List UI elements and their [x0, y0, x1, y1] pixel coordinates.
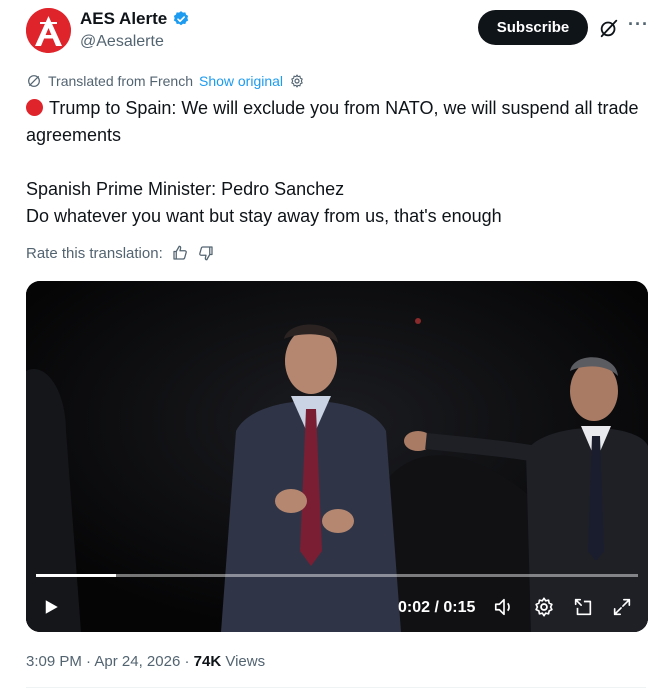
avatar[interactable]	[26, 8, 71, 53]
video-frame	[26, 281, 648, 632]
more-options-icon[interactable]: ···	[628, 14, 649, 35]
grok-icon[interactable]	[598, 17, 620, 39]
author-name[interactable]: AES Alerte	[80, 9, 167, 29]
divider	[26, 687, 646, 688]
video-progress-fill	[36, 574, 117, 577]
fullscreen-icon[interactable]	[611, 596, 633, 618]
video-time-display: 0:02 / 0:15	[398, 599, 476, 616]
red-circle-emoji-icon	[26, 99, 43, 116]
meta-separator: ·	[184, 653, 190, 670]
tweet-date[interactable]: Apr 24, 2026	[94, 653, 180, 670]
tweet-line-1: Trump to Spain: We will exclude you from…	[26, 98, 639, 145]
tweet-meta: 3:09 PM · Apr 24, 2026 · 74K Views	[26, 653, 265, 670]
author-name-row[interactable]: AES Alerte	[80, 9, 190, 29]
tweet-time[interactable]: 3:09 PM	[26, 653, 82, 670]
aes-logo-icon	[26, 8, 71, 53]
verified-badge-icon	[174, 11, 189, 26]
views-label: Views	[225, 653, 266, 670]
subscribe-button[interactable]: Subscribe	[478, 10, 588, 45]
tweet-line-3: Do whatever you want but stay away from …	[26, 206, 502, 226]
translation-notice: Translated from French Show original	[26, 73, 305, 89]
thumbs-down-icon[interactable]	[197, 244, 215, 262]
tweet-line-headline: Trump to Spain: We will exclude you from…	[26, 95, 646, 149]
tweet-line-2: Spanish Prime Minister: Pedro Sanchez	[26, 179, 345, 199]
rate-translation-row: Rate this translation:	[26, 244, 215, 262]
rate-translation-label: Rate this translation:	[26, 244, 163, 262]
tweet-text: Trump to Spain: We will exclude you from…	[26, 95, 646, 230]
play-icon[interactable]	[42, 598, 60, 616]
volume-icon[interactable]	[493, 596, 515, 618]
show-original-link[interactable]: Show original	[199, 73, 283, 89]
author-handle[interactable]: @Aesalerte	[80, 33, 164, 51]
video-progress-bar[interactable]	[36, 574, 638, 577]
picture-in-picture-icon[interactable]	[572, 596, 594, 618]
translated-from-label: Translated from French	[48, 73, 193, 89]
video-player[interactable]: 0:02 / 0:15	[26, 281, 648, 632]
settings-gear-icon[interactable]	[289, 73, 305, 89]
thumbs-up-icon[interactable]	[171, 244, 189, 262]
settings-icon[interactable]	[533, 596, 555, 618]
meta-separator: ·	[86, 653, 92, 670]
views-count: 74K	[193, 653, 222, 670]
translate-icon	[28, 75, 40, 87]
